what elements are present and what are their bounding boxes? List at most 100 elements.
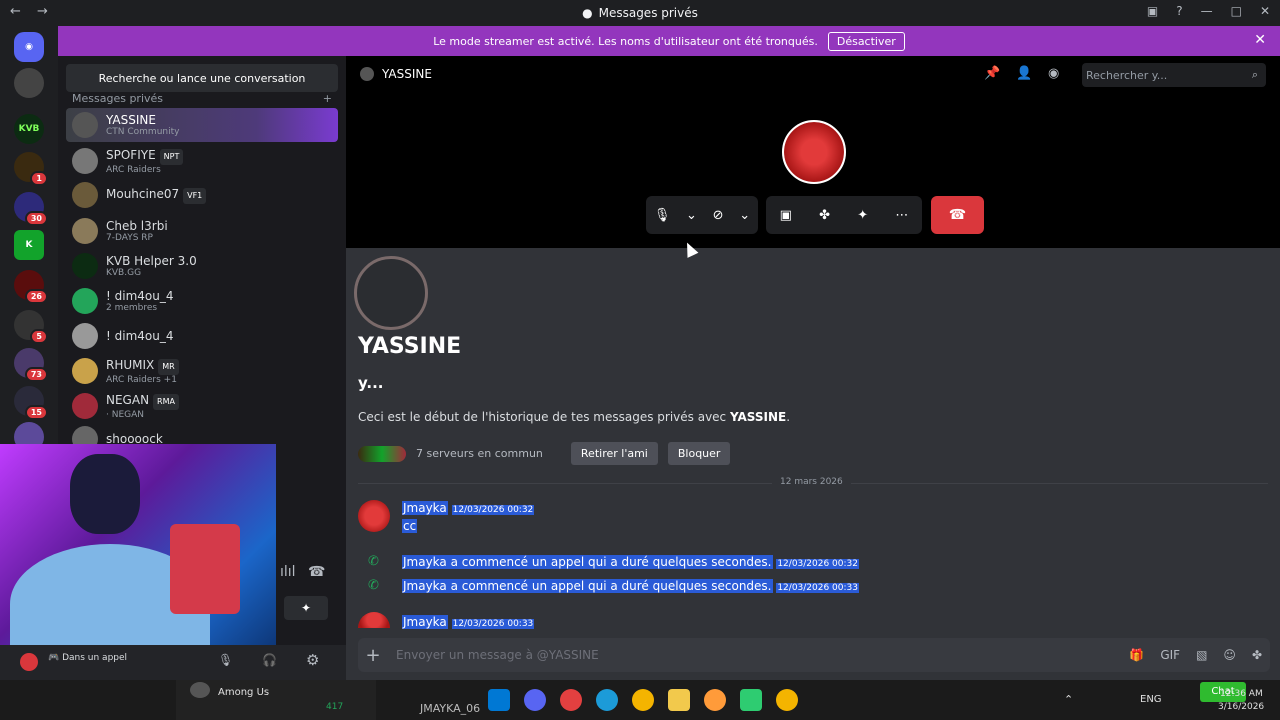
close-icon[interactable]: ✕ <box>1254 32 1266 48</box>
activities-icon[interactable]: ✤ <box>819 208 830 223</box>
app-taskbar-icon[interactable] <box>704 689 726 711</box>
message-author[interactable]: Jmayka <box>402 501 448 515</box>
sticker-icon[interactable]: ▧ <box>1196 648 1207 662</box>
apps-icon[interactable]: ✤ <box>1252 648 1262 662</box>
search-input[interactable]: Rechercher y... ⌕ <box>1082 63 1266 87</box>
dm-item[interactable]: KVB Helper 3.0 KVB.GG <box>66 249 338 283</box>
maximize-button[interactable]: □ <box>1231 4 1242 18</box>
dm-tag: MR <box>158 358 179 375</box>
help-icon[interactable]: ? <box>1176 4 1182 18</box>
channel-text: JMAYKA_06 <box>420 702 481 715</box>
close-button[interactable]: ✕ <box>1260 4 1270 18</box>
mic-icon[interactable]: 🎙 <box>654 208 671 223</box>
remove-friend-button[interactable]: Retirer l'ami <box>570 442 658 465</box>
edge-icon[interactable] <box>596 689 618 711</box>
phone-hangup-icon: ☎ <box>948 207 967 223</box>
dm-intro-suffix: . <box>786 410 791 424</box>
minimize-button[interactable]: — <box>1201 4 1213 18</box>
find-conversation-button[interactable]: Recherche ou lance une conversation <box>66 64 338 92</box>
discord-taskbar-icon[interactable] <box>524 689 546 711</box>
more-icon[interactable]: ⋯ <box>895 208 908 223</box>
dm-item[interactable]: ! dim4ou_4 <box>66 319 338 353</box>
add-dm-icon[interactable]: + <box>323 92 332 105</box>
dm-item[interactable]: Mouhcine07 VF1 <box>66 178 338 212</box>
message-author[interactable]: Jmayka <box>402 615 448 629</box>
guild-icon[interactable] <box>14 68 44 98</box>
phone-icon: ✆ <box>368 578 379 593</box>
dm-item[interactable]: Cheb l3rbi 7-DAYS RP <box>66 214 338 248</box>
voice-status: 🎮 Dans un appel <box>48 653 127 663</box>
gift-icon[interactable]: 🎁 <box>1129 648 1144 662</box>
date-divider: 12 mars 2026 <box>772 477 851 487</box>
chevron-down-icon[interactable]: ⌄ <box>686 208 697 223</box>
guild-icon[interactable]: 30 <box>14 192 48 226</box>
window-title: Messages privés <box>598 6 698 20</box>
avatar[interactable] <box>358 612 390 628</box>
inbox-icon[interactable]: ▣ <box>1147 4 1158 18</box>
avatar <box>190 682 210 698</box>
guild-icon[interactable]: 1 <box>14 152 48 186</box>
message-input[interactable]: + Envoyer un message à @YASSINE 🎁 GIF ▧ … <box>358 638 1270 672</box>
guild-icon[interactable]: 5 <box>14 310 48 344</box>
voice-waveform-icon[interactable]: ılıl <box>280 564 296 580</box>
dm-sub: KVB.GG <box>106 268 142 278</box>
dm-item[interactable]: ! dim4ou_4 2 membres <box>66 284 338 318</box>
system-message: Jmayka a commencé un appel qui a duré qu… <box>402 555 859 569</box>
tray-chevron-icon[interactable]: ⌃ <box>1064 693 1073 706</box>
hang-up-button[interactable]: ☎ <box>931 196 984 234</box>
avatar <box>72 323 98 349</box>
profile-username: y... <box>358 374 384 392</box>
pin-icon[interactable]: 📌 <box>984 66 1000 81</box>
webcam-overlay <box>0 444 276 650</box>
app-taskbar-icon[interactable] <box>560 689 582 711</box>
back-forward-icon[interactable]: ← → <box>10 4 54 19</box>
add-friend-icon[interactable]: 👤 <box>1016 66 1032 81</box>
message-timestamp: 12/03/2026 00:33 <box>451 619 535 629</box>
disconnect-icon[interactable]: ☎ <box>308 564 325 580</box>
dm-item[interactable]: SPOFIYE NPT ARC Raiders <box>66 144 338 178</box>
dm-item[interactable]: RHUMIX MR ARC Raiders +1 <box>66 354 338 388</box>
taskbar: Among Us 417 JMAYKA_06 ⌃ ENG Chat 12:36 … <box>0 680 1280 720</box>
screen-share-icon[interactable]: ▣ <box>780 208 792 223</box>
guild-icon[interactable]: K <box>14 230 44 260</box>
unread-badge: 1 <box>30 171 48 186</box>
dm-item[interactable]: NEGAN RMA · NEGAN <box>66 389 338 423</box>
disable-streamer-button[interactable]: Désactiver <box>827 31 905 51</box>
chrome-icon[interactable] <box>632 689 654 711</box>
mic-icon[interactable]: 🎙 <box>218 653 233 667</box>
soundboard-button[interactable]: ✦ <box>284 596 328 620</box>
guild-kvb[interactable]: KVB <box>14 114 44 144</box>
soundboard-icon[interactable]: ✦ <box>857 208 868 223</box>
app-taskbar-icon[interactable] <box>740 689 762 711</box>
dm-name: KVB Helper 3.0 <box>106 254 197 268</box>
gif-icon[interactable]: GIF <box>1160 648 1180 662</box>
dm-tag: NPT <box>159 148 184 165</box>
mutual-servers-icon[interactable] <box>358 445 406 462</box>
caller-avatar <box>782 120 846 184</box>
window-controls: ▣ ? — □ ✕ <box>1147 4 1270 18</box>
folder-icon[interactable] <box>668 689 690 711</box>
language-indicator[interactable]: ENG <box>1140 694 1162 705</box>
emoji-icon[interactable]: ☺ <box>1223 648 1236 662</box>
chevron-down-icon[interactable]: ⌄ <box>739 208 750 223</box>
headset-icon[interactable]: 🎧 <box>262 653 277 667</box>
chrome-icon[interactable] <box>776 689 798 711</box>
dm-name: Cheb l3rbi <box>106 219 168 233</box>
mutual-servers[interactable]: 7 serveurs en commun <box>416 447 543 460</box>
avatar <box>72 148 98 174</box>
camera-off-icon[interactable]: ⊘ <box>713 208 724 223</box>
avatar[interactable] <box>20 653 38 671</box>
profile-icon[interactable]: ◉ <box>1048 66 1059 81</box>
guild-icon[interactable]: 73 <box>14 348 48 382</box>
avatar[interactable] <box>358 500 390 532</box>
guild-icon[interactable]: 15 <box>14 386 48 420</box>
home-button[interactable]: ◉ <box>14 32 44 62</box>
dm-name: Mouhcine07 <box>106 186 180 201</box>
dm-item[interactable]: YASSINE CTN Community <box>66 108 338 142</box>
windows-start-icon[interactable] <box>488 689 510 711</box>
block-button[interactable]: Bloquer <box>667 442 731 465</box>
activity-controls: ▣ ✤ ✦ ⋯ <box>766 196 922 234</box>
guild-icon[interactable]: 26 <box>14 270 48 304</box>
settings-gear-icon[interactable]: ⚙ <box>306 651 319 669</box>
add-attachment-icon[interactable]: + <box>358 645 388 666</box>
